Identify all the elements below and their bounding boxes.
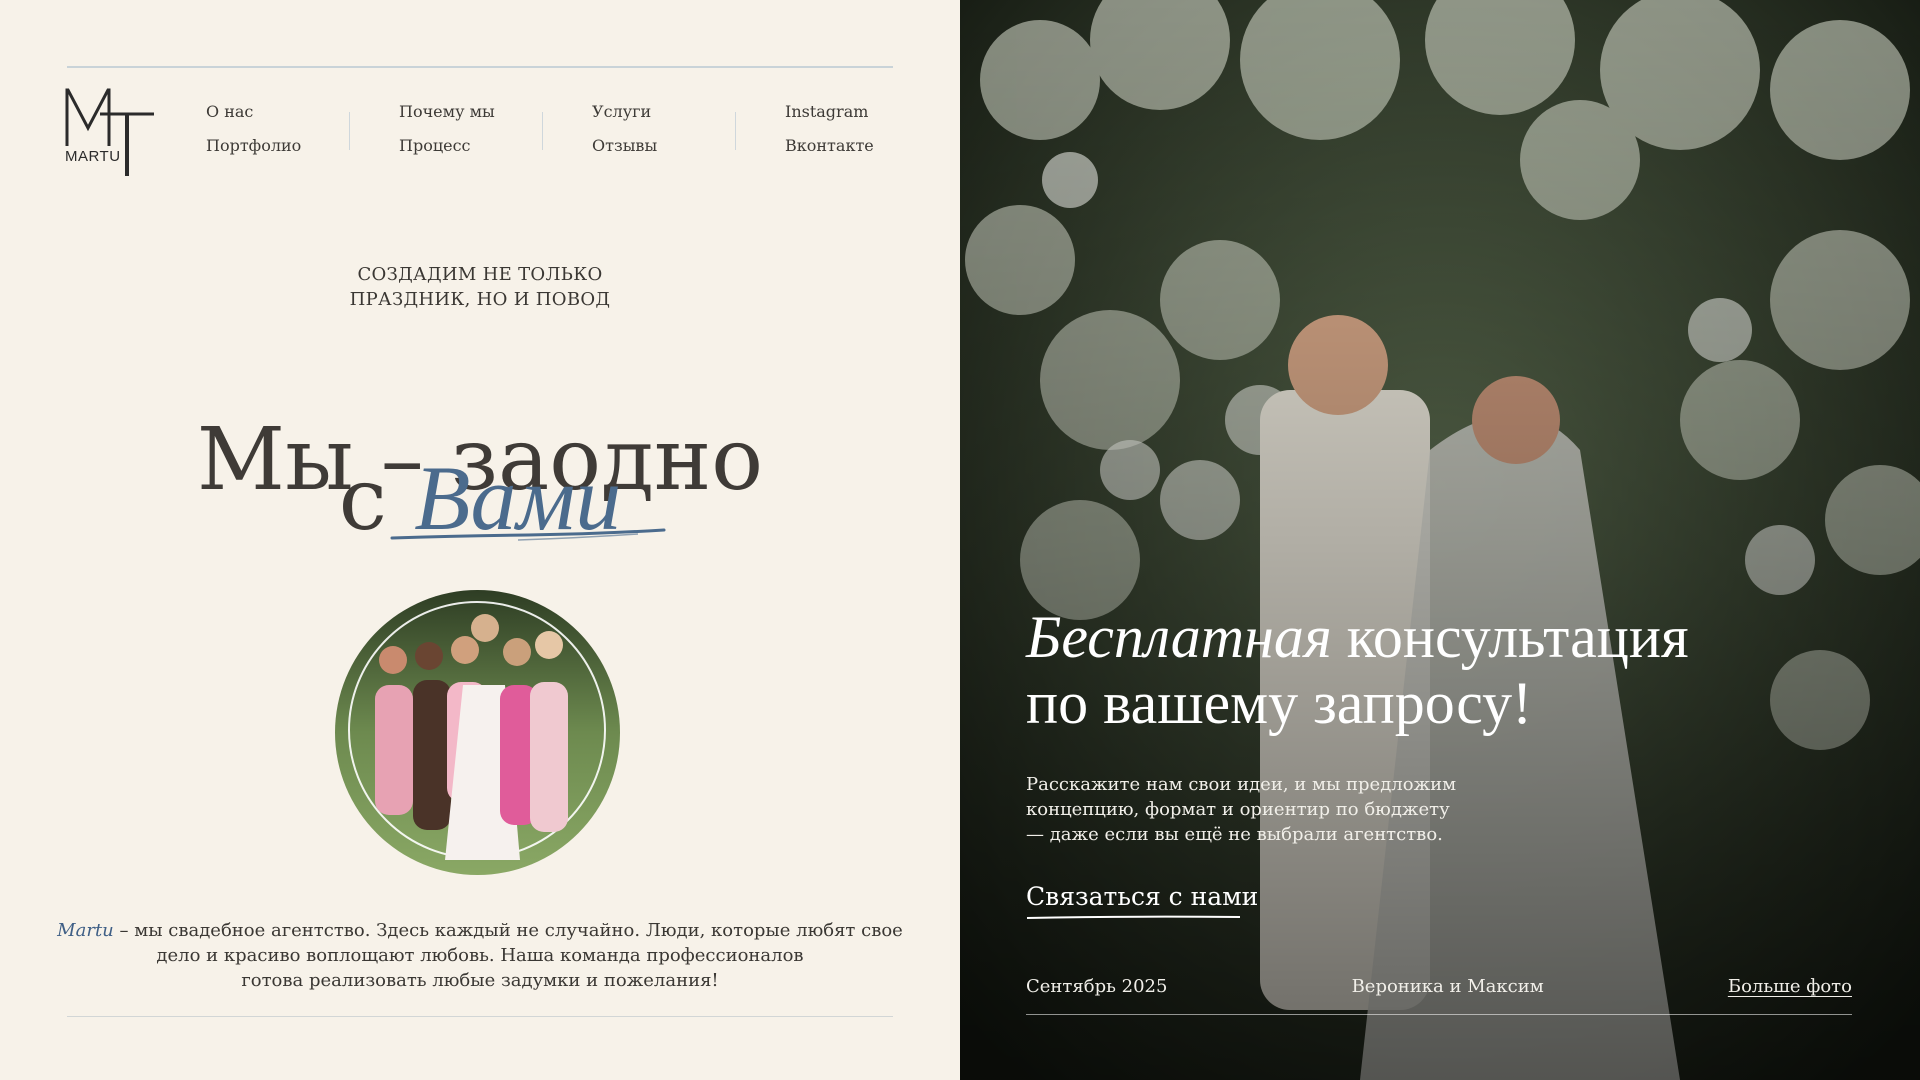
promo-text-line: концепцию, формат и ориентир по бюджету [1026, 799, 1450, 820]
brush-underline-icon [390, 528, 666, 541]
nav-link-vkontakte[interactable]: Вконтакте [785, 136, 978, 156]
nav-column: Instagram Вконтакте [735, 102, 978, 156]
about-line: Martu – мы свадебное агентство. Здесь ка… [0, 918, 960, 943]
headline-prefix: с [338, 450, 387, 550]
about-text: Martu – мы свадебное агентство. Здесь ка… [0, 918, 960, 993]
hero-tagline: СОЗДАДИМ НЕ ТОЛЬКО ПРАЗДНИК, НО И ПОВОД [0, 262, 960, 312]
couple-names: Вероника и Максим [1351, 976, 1544, 997]
promo-text-line: — даже если вы ещё не выбрали агентство. [1026, 824, 1443, 845]
team-photo-image [335, 590, 620, 875]
about-line2: дело и красиво воплощают любовь. Наша ко… [156, 945, 804, 966]
promo-title-rest: консультация [1331, 604, 1689, 670]
about-brand: Martu [57, 920, 114, 941]
about-line1: – мы свадебное агентство. Здесь каждый н… [113, 920, 903, 941]
cta-underline-icon [1026, 915, 1241, 919]
nav-link-process[interactable]: Процесс [399, 136, 592, 156]
logo[interactable]: MARTU [64, 84, 160, 180]
contact-button[interactable]: Связаться с нами [1026, 882, 1258, 917]
nav-link-instagram[interactable]: Instagram [785, 102, 978, 122]
nav-link-portfolio[interactable]: Портфолио [206, 136, 399, 156]
promo-title-line2: по вашему запросу! [1026, 670, 1533, 736]
about-line3: готова реализовать любые задумки и пожел… [241, 970, 719, 991]
nav-link-about[interactable]: О нас [206, 102, 399, 122]
nav-link-services[interactable]: Услуги [592, 102, 785, 122]
left-panel: MARTU О нас Портфолио Почему мы Процесс … [0, 0, 960, 1080]
promo-text: Расскажите нам свои идеи, и мы предложим… [1026, 772, 1486, 847]
promo-text-line: Расскажите нам свои идеи, и мы предложим [1026, 774, 1457, 795]
logo-wordmark: MARTU [65, 148, 121, 165]
tagline-line: СОЗДАДИМ НЕ ТОЛЬКО [357, 264, 603, 285]
right-panel: Бесплатная консультация по вашему запрос… [960, 0, 1920, 1080]
team-photo [335, 590, 620, 875]
logo-mark-icon [65, 88, 154, 176]
promo-title-line1: Бесплатная консультация [1026, 604, 1689, 670]
main-nav: О нас Портфолио Почему мы Процесс Услуги… [206, 102, 978, 156]
caption-divider [1026, 1014, 1852, 1015]
nav-column: Услуги Отзывы [542, 102, 785, 156]
more-photos-link[interactable]: Больше фото [1728, 976, 1852, 997]
bottom-divider [67, 1016, 893, 1017]
nav-column: О нас Портфолио [206, 102, 399, 156]
tagline-line: ПРАЗДНИК, НО И ПОВОД [349, 289, 611, 310]
nav-column: Почему мы Процесс [349, 102, 592, 156]
event-date: Сентябрь 2025 [1026, 976, 1168, 997]
nav-link-why-us[interactable]: Почему мы [399, 102, 592, 122]
promo-title-italic: Бесплатная [1026, 604, 1332, 670]
page: MARTU О нас Портфолио Почему мы Процесс … [0, 0, 1920, 1080]
photo-caption-bar: Сентябрь 2025 Вероника и Максим Больше ф… [1026, 976, 1852, 997]
nav-link-reviews[interactable]: Отзывы [592, 136, 785, 156]
promo-title: Бесплатная консультация по вашему запрос… [1026, 604, 1689, 736]
top-divider [67, 66, 893, 68]
